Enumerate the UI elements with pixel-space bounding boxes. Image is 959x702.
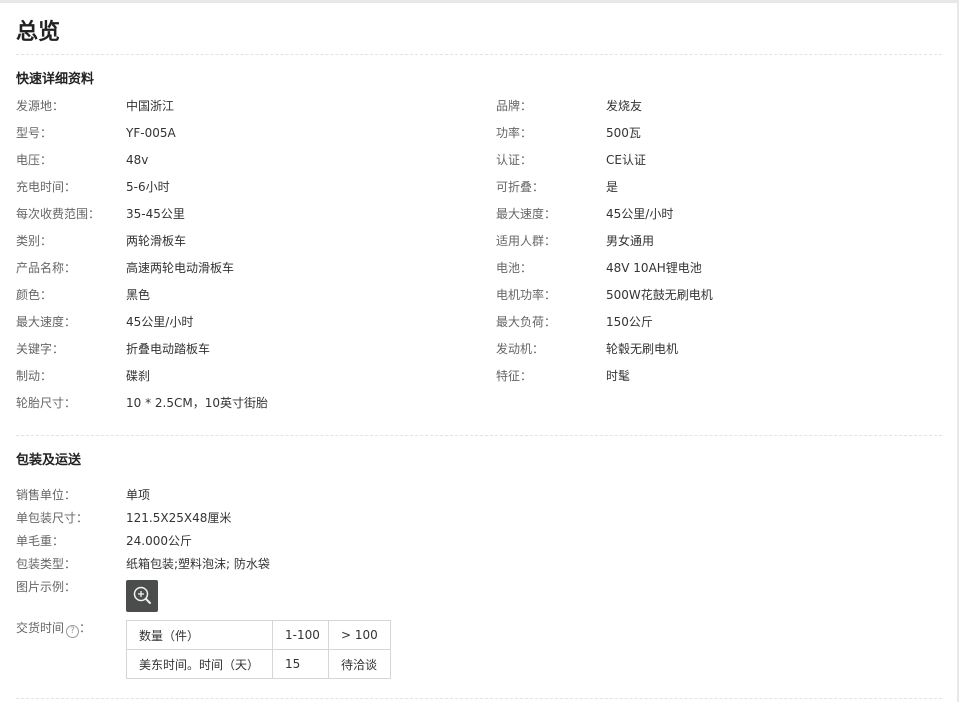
page-title: 总览	[16, 20, 61, 45]
quick-details-title: 快速详细资料	[16, 72, 95, 87]
spec-value: 时髦	[606, 369, 631, 383]
spec-value: 48V 10AH锂电池	[606, 261, 702, 275]
spec-value: 两轮滑板车	[126, 234, 187, 248]
spec-value: 男女通用	[606, 234, 655, 248]
lead-time-colon: ：	[79, 621, 92, 635]
spec-label: 电池：	[496, 261, 533, 275]
spec-value: 中国浙江	[126, 99, 175, 113]
packaging-label: 单毛重：	[16, 534, 65, 548]
spec-value: 折叠电动踏板车	[126, 342, 211, 356]
lead-time-table: 数量（件） 1-100 > 100 美东时间。时间（天） 15 待洽谈	[126, 620, 391, 679]
question-mark-icon[interactable]: ?	[66, 625, 80, 638]
spec-value: 是	[606, 180, 619, 194]
table-cell: 美东时间。时间（天）	[126, 649, 273, 679]
spec-label: 充电时间：	[16, 180, 77, 194]
spec-label: 最大速度：	[496, 207, 557, 221]
spec-label: 制动：	[16, 369, 53, 383]
spec-value: 500瓦	[606, 126, 641, 140]
table-row: 美东时间。时间（天） 15 待洽谈	[126, 649, 391, 679]
spec-label: 最大速度：	[16, 315, 77, 329]
packaging-label: 单包装尺寸：	[16, 511, 89, 525]
packaging-value: 单项	[126, 488, 151, 502]
packaging-label: 图片示例：	[16, 580, 77, 594]
spec-value: 10 * 2.5CM，10英寸街胎	[126, 396, 268, 410]
table-cell: 15	[272, 649, 329, 679]
top-border	[0, 0, 959, 3]
spec-label: 关键字：	[16, 342, 65, 356]
packaging-value: 纸箱包装;塑料泡沫; 防水袋	[126, 557, 270, 571]
spec-label: 轮胎尺寸：	[16, 396, 77, 410]
table-row: 数量（件） 1-100 > 100	[126, 620, 391, 650]
spec-value: 高速两轮电动滑板车	[126, 261, 235, 275]
spec-label: 可折叠：	[496, 180, 545, 194]
spec-value: 轮毂无刷电机	[606, 342, 679, 356]
spec-label: 适用人群：	[496, 234, 557, 248]
packaging-title: 包装及运送	[16, 453, 82, 468]
spec-value: 45公里/小时	[126, 315, 194, 329]
table-cell: 数量（件）	[126, 620, 273, 650]
spec-label: 产品名称：	[16, 261, 77, 275]
spec-value: 发烧友	[606, 99, 643, 113]
divider	[16, 698, 942, 699]
zoom-in-icon	[133, 586, 151, 604]
sample-image-thumbnail[interactable]	[126, 580, 158, 612]
spec-label: 最大负荷：	[496, 315, 557, 329]
spec-label: 类别：	[16, 234, 53, 248]
spec-value: 48v	[126, 153, 149, 167]
spec-value: 500W花鼓无刷电机	[606, 288, 713, 302]
spec-label: 发源地：	[16, 99, 65, 113]
packaging-value: 121.5X25X48厘米	[126, 511, 232, 525]
table-cell: 1-100	[272, 620, 329, 650]
table-cell: > 100	[328, 620, 391, 650]
divider	[16, 435, 942, 436]
spec-value: 5-6小时	[126, 180, 170, 194]
spec-label: 特征：	[496, 369, 533, 383]
spec-label: 功率：	[496, 126, 533, 140]
spec-value: 碟刹	[126, 369, 151, 383]
packaging-label: 包装类型：	[16, 557, 77, 571]
spec-label: 品牌：	[496, 99, 533, 113]
table-cell: 待洽谈	[328, 649, 391, 679]
spec-label: 认证：	[496, 153, 533, 167]
spec-label: 型号：	[16, 126, 53, 140]
spec-label: 颜色：	[16, 288, 53, 302]
spec-value: CE认证	[606, 153, 646, 167]
lead-time-label: 交货时间?：	[16, 620, 91, 638]
packaging-value: 24.000公斤	[126, 534, 192, 548]
packaging-label: 销售单位：	[16, 488, 77, 502]
spec-value: 黑色	[126, 288, 151, 302]
spec-value: 45公里/小时	[606, 207, 674, 221]
lead-time-label-text: 交货时间	[16, 621, 65, 635]
spec-value: 35-45公里	[126, 207, 185, 221]
divider	[16, 54, 942, 55]
spec-value: 150公斤	[606, 315, 653, 329]
spec-label: 电机功率：	[496, 288, 557, 302]
spec-value: YF-005A	[126, 126, 176, 140]
spec-label: 电压：	[16, 153, 53, 167]
spec-label: 发动机：	[496, 342, 545, 356]
spec-label: 每次收费范围：	[16, 207, 101, 221]
